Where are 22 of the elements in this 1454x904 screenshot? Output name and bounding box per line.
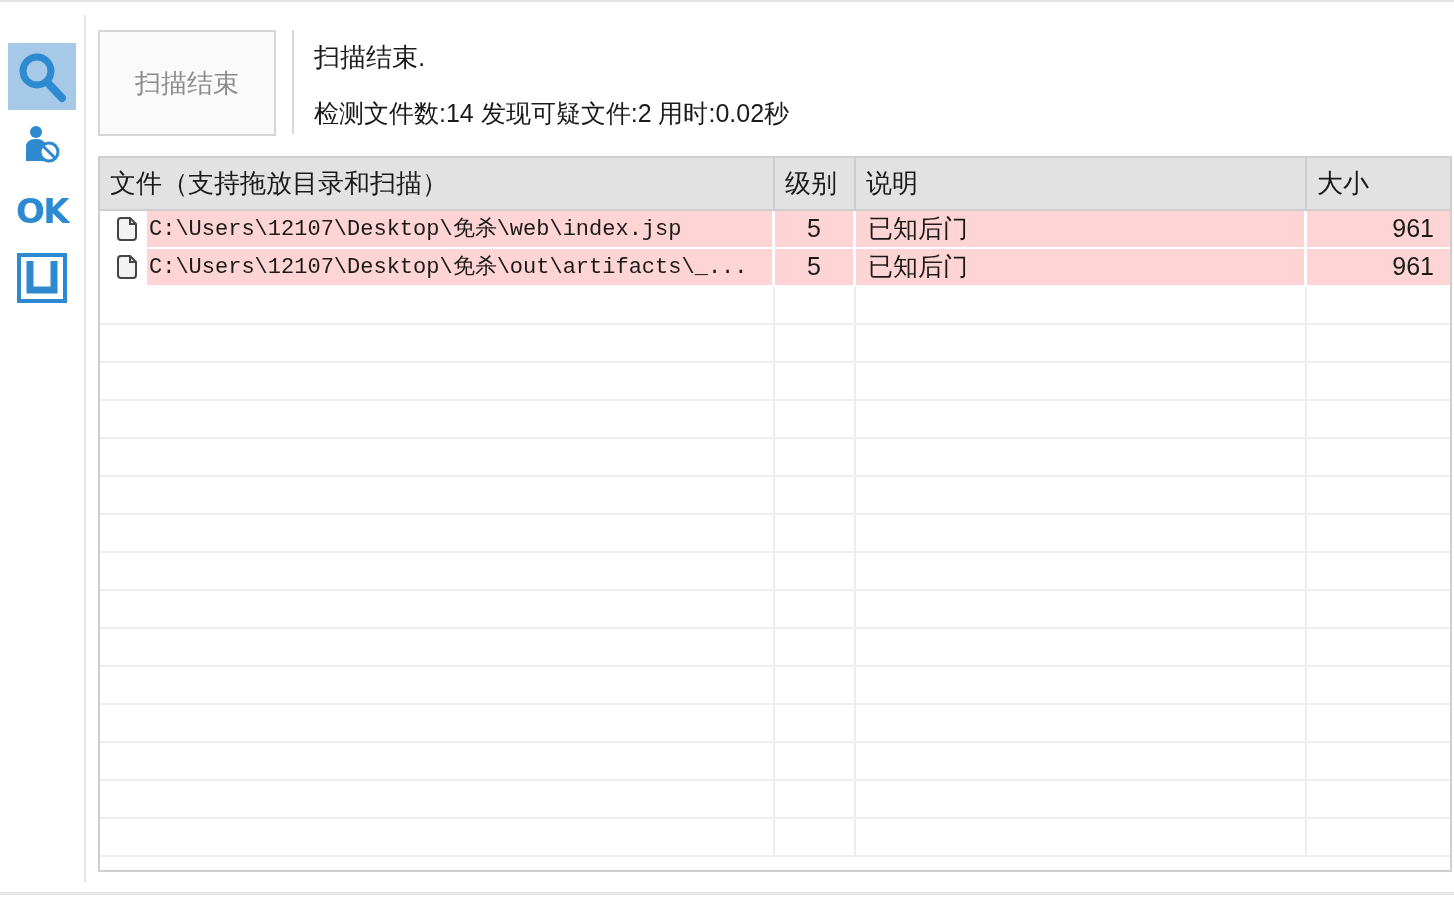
ok-label: OK: [16, 193, 68, 228]
table-cell-text: 961: [1392, 251, 1434, 283]
table-cell-text: 961: [1392, 213, 1434, 245]
table-cell-text: 5: [807, 251, 821, 283]
table-cell-text: 已知后门: [868, 251, 968, 283]
status-title: 扫描结束.: [314, 41, 427, 74]
column-header[interactable]: 大小: [1307, 158, 1450, 209]
column-header[interactable]: 级别: [775, 158, 856, 209]
table-row[interactable]: C:\Users\12107\Desktop\免杀\web\index.jsp 5 已知后门 961: [100, 211, 1450, 249]
toolbar-button[interactable]: [8, 43, 76, 110]
file-path: C:\Users\12107\Desktop\免杀\web\index.jsp: [149, 215, 682, 244]
file-icon: [115, 254, 138, 280]
table-cell-text: 已知后门: [868, 213, 968, 245]
column-header[interactable]: 文件（支持拖放目录和扫描）: [100, 158, 775, 209]
square-u-icon: [17, 252, 67, 303]
column-header[interactable]: 说明: [856, 158, 1307, 209]
user-ban-icon: [24, 124, 60, 163]
table-row[interactable]: C:\Users\12107\Desktop\免杀\out\artifacts\_... 5 已知后门 961: [100, 249, 1450, 287]
scan-summary: 检测文件数:14 发现可疑文件:2 用时:0.02秒: [314, 98, 790, 129]
file-path: C:\Users\12107\Desktop\免杀\out\artifacts\_...: [149, 253, 748, 282]
table-cell-text: 5: [807, 213, 821, 245]
file-icon: [115, 216, 138, 242]
